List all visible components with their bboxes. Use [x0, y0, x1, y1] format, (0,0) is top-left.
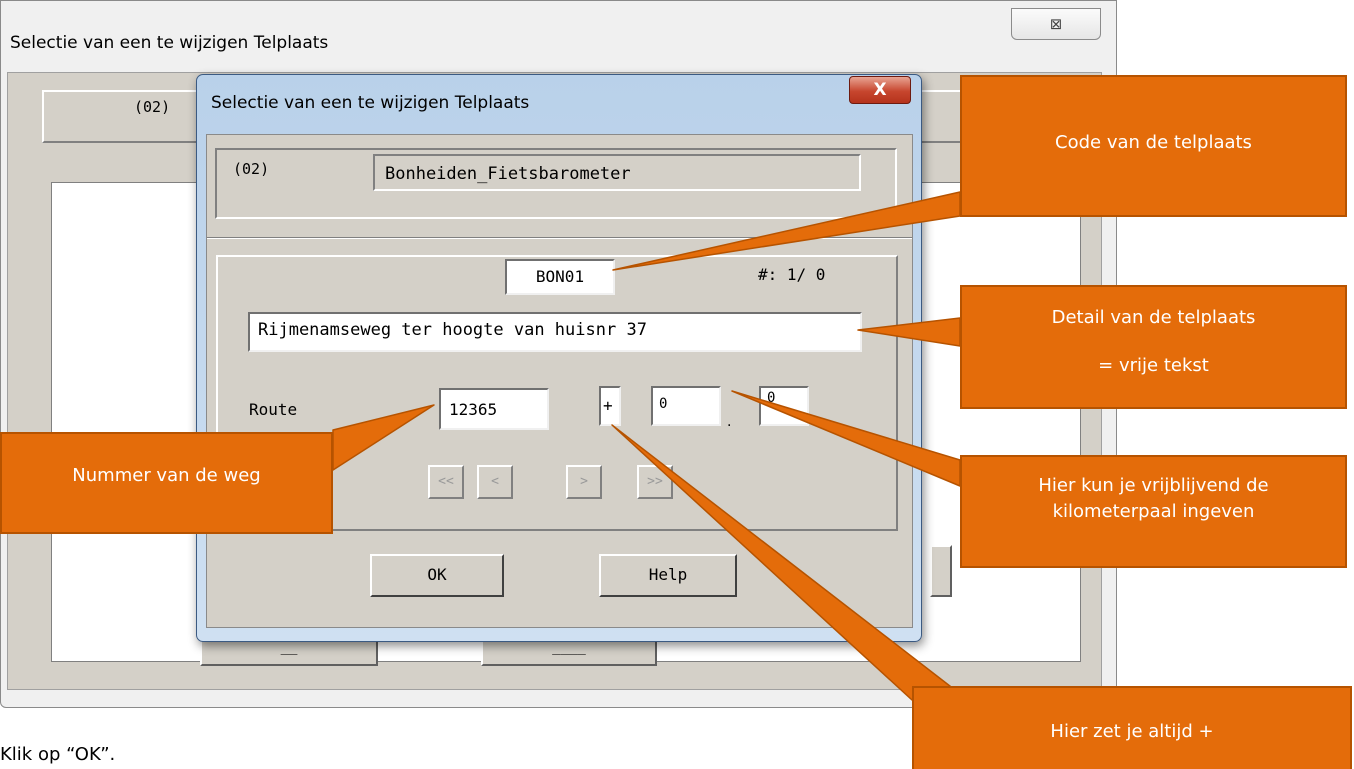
leader-code [612, 191, 961, 271]
callout-code: Code van de telplaats [960, 75, 1347, 217]
callout-route: Nummer van de weg [0, 432, 333, 534]
callout-detail: Detail van de telplaats = vrije tekst [960, 285, 1347, 409]
leader-detail [857, 317, 961, 347]
callout-sign: Hier zet je altijd + [912, 686, 1352, 769]
leader-km [731, 390, 961, 487]
callout-kilometer: Hier kun je vrijblijvend de kilometerpaa… [960, 455, 1347, 568]
leader-route [332, 404, 435, 471]
instruction-caption: Klik op “OK”. [0, 744, 116, 765]
